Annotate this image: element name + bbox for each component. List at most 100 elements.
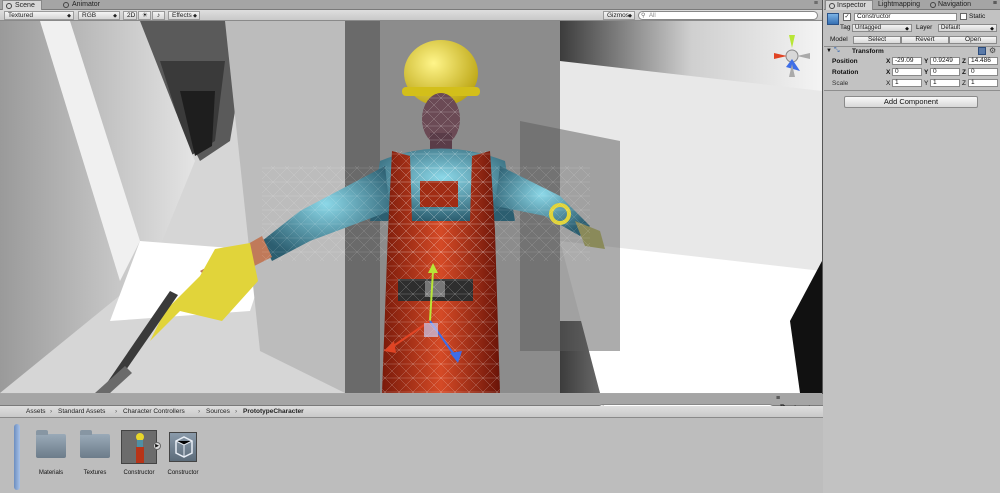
gameobject-name-field[interactable]: Constructor [854, 13, 957, 21]
static-checkbox[interactable] [960, 13, 967, 20]
scale-x-field[interactable]: 1 [892, 79, 922, 87]
scene-tab-bar: Scene Animator ≡ [0, 0, 822, 10]
tab-scene[interactable]: Scene [2, 0, 42, 10]
breadcrumb-prototype-character[interactable]: PrototypeCharacter [243, 408, 304, 415]
effects-dropdown[interactable]: Effects ◆ [168, 11, 200, 20]
rotation-label: Rotation [832, 69, 859, 76]
tag-label: Tag [840, 24, 851, 31]
scale-x-axis-label: X [886, 80, 891, 87]
folder-icon [80, 430, 110, 458]
scene-search-placeholder: All [649, 13, 656, 19]
dropdown-arrow-icon: ◆ [67, 13, 71, 19]
scale-y-field[interactable]: 1 [930, 79, 960, 87]
gizmos-dropdown[interactable]: Gizmos ◆ [603, 11, 635, 20]
active-checkbox[interactable]: ✓ [843, 13, 851, 21]
gizmo-plane-handle[interactable] [424, 323, 438, 337]
tag-value: Untagged [855, 25, 882, 31]
tab-animator-label: Animator [72, 1, 101, 8]
tab-navigation-label: Navigation [938, 1, 972, 8]
expand-arrow-icon[interactable]: ▶ [153, 442, 161, 450]
layer-dropdown[interactable]: Default ◆ [938, 24, 997, 32]
model-thumbnail [121, 430, 157, 464]
add-component-button[interactable]: Add Component [844, 96, 978, 108]
scene-tab-icon [6, 3, 12, 9]
transform-foldout-icon[interactable]: ▼ [826, 48, 832, 54]
transform-divider [824, 90, 1000, 91]
panel-menu-icon[interactable]: ≡ [993, 0, 997, 7]
position-y-axis-label: Y [924, 58, 929, 65]
model-revert-button[interactable]: Revert [901, 36, 949, 44]
gizmo-x-arrow-icon[interactable] [384, 341, 396, 353]
asset-label: Materials [38, 470, 64, 476]
render-mode-value: RGB [82, 12, 97, 19]
scene-orientation-gizmo[interactable] [772, 33, 812, 79]
gizmo-z-arrow-icon[interactable] [450, 351, 462, 363]
dropdown-arrow-icon: ◆ [113, 13, 117, 19]
model-select-button[interactable]: Select [853, 36, 901, 44]
scene-toolbar: Textured ◆ RGB ◆ 2D ☀ ♪ Effects ◆ Gizmos… [0, 10, 822, 21]
asset-label: Constructor [123, 470, 155, 476]
scene-search-input[interactable]: ⚲ All [638, 11, 818, 20]
transform-axes-icon: ⤡ [834, 47, 840, 54]
component-settings-gear-icon[interactable]: ⚙ [989, 46, 996, 55]
scale-z-axis-label: Z [962, 80, 966, 87]
prefab-icon [169, 432, 197, 462]
tab-lightmapping[interactable]: Lightmapping [874, 0, 926, 10]
tag-dropdown[interactable]: Untagged ◆ [852, 24, 912, 32]
scene-lighting-icon[interactable]: ☀ [138, 11, 151, 20]
transform-gizmo[interactable] [380, 261, 480, 371]
rotation-z-field[interactable]: 0 [968, 68, 998, 76]
rotation-y-axis-label: Y [924, 69, 929, 76]
position-y-field[interactable]: 0.9249 [930, 57, 960, 65]
scale-z-field[interactable]: 1 [968, 79, 998, 87]
model-label: Model [830, 36, 848, 43]
rotation-x-axis-label: X [886, 69, 891, 76]
audio-toggle-icon[interactable]: ♪ [152, 11, 165, 20]
position-x-field[interactable]: -29.09 [892, 57, 922, 65]
gizmo-y-arrow-icon[interactable] [428, 263, 438, 273]
navigation-tab-icon [930, 2, 936, 8]
position-x-axis-label: X [886, 58, 891, 65]
breadcrumb-separator: › [198, 408, 201, 415]
gizmo-y-axis[interactable] [429, 270, 434, 322]
animator-tab-icon [63, 2, 69, 8]
tab-inspector[interactable]: Inspector [825, 0, 873, 10]
panel-menu-icon[interactable]: ≡ [814, 0, 818, 7]
shading-mode-value: Textured [8, 12, 33, 19]
render-mode-dropdown[interactable]: RGB ◆ [78, 11, 120, 20]
dropdown-arrow-icon: ◆ [905, 26, 909, 32]
panel-menu-icon[interactable]: ≡ [776, 395, 780, 402]
scene-viewport[interactable] [0, 21, 822, 393]
header-divider [824, 46, 1000, 47]
rotation-y-field[interactable]: 0 [930, 68, 960, 76]
position-z-axis-label: Z [962, 58, 966, 65]
scale-label: Scale [832, 80, 849, 87]
breadcrumb-character-controllers[interactable]: Character Controllers [123, 408, 185, 415]
shading-mode-dropdown[interactable]: Textured ◆ [4, 11, 74, 20]
rotation-x-field[interactable]: 0 [892, 68, 922, 76]
inspector-tab-icon [829, 3, 835, 9]
tab-navigation[interactable]: Navigation [927, 0, 983, 10]
layer-value: Default [941, 25, 961, 31]
asset-label: Textures [83, 470, 107, 476]
position-z-field[interactable]: 14.486 [968, 57, 998, 65]
tab-scene-label: Scene [15, 2, 35, 9]
tab-animator[interactable]: Animator [60, 0, 112, 10]
breadcrumb-standard-assets[interactable]: Standard Assets [58, 408, 105, 415]
layer-label: Layer [916, 24, 933, 31]
gizmos-label: Gizmos [607, 12, 630, 19]
inspector-tab-bar: Inspector Lightmapping Navigation ≡ [824, 0, 1000, 10]
gameobject-icon [827, 13, 839, 25]
dropdown-arrow-icon: ◆ [990, 26, 994, 32]
breadcrumb-sources[interactable]: Sources [206, 408, 230, 415]
inspector-panel: Inspector Lightmapping Navigation ≡ ✓ Co… [824, 0, 1000, 493]
tab-lightmapping-label: Lightmapping [878, 1, 921, 8]
scale-y-axis-label: Y [924, 80, 929, 87]
breadcrumb-separator: › [235, 408, 238, 415]
project-scrollbar[interactable] [14, 424, 20, 490]
breadcrumb-assets[interactable]: Assets [26, 408, 46, 415]
dropdown-arrow-icon: ◆ [193, 13, 197, 19]
help-book-icon[interactable] [978, 47, 986, 55]
2d-toggle-button[interactable]: 2D [123, 11, 137, 20]
model-open-button[interactable]: Open [949, 36, 997, 44]
